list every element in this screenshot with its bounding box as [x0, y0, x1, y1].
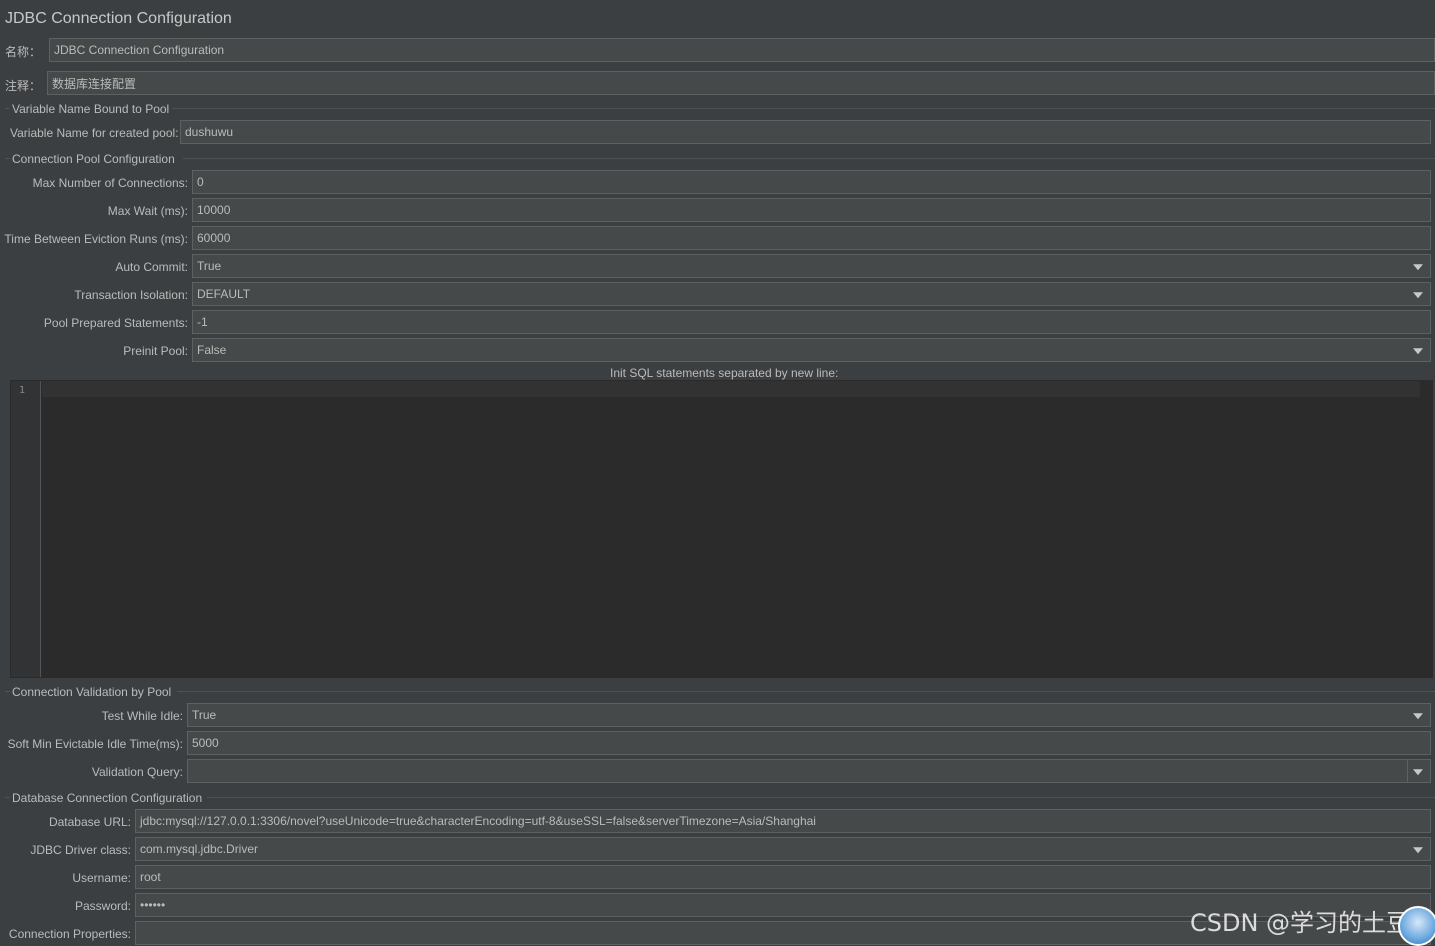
pool-variable-label: Variable Name for created pool:	[10, 126, 179, 140]
username-label: Username:	[72, 871, 131, 885]
preinit-pool-label: Preinit Pool:	[123, 344, 188, 358]
max-connections-field[interactable]: 0	[192, 170, 1431, 194]
connection-properties-label: Connection Properties:	[8, 927, 131, 941]
max-wait-field[interactable]: 10000	[192, 198, 1431, 222]
chevron-down-icon[interactable]	[1413, 713, 1423, 720]
test-while-idle-value: True	[192, 708, 217, 722]
chevron-down-icon[interactable]	[1413, 348, 1423, 355]
init-sql-label: Init SQL statements separated by new lin…	[610, 366, 839, 380]
soft-min-idle-label: Soft Min Evictable Idle Time(ms):	[7, 737, 183, 751]
username-field[interactable]: root	[135, 865, 1431, 889]
pool-prepared-label: Pool Prepared Statements:	[43, 316, 188, 330]
preinit-pool-value: False	[197, 343, 227, 357]
group-border	[207, 797, 1435, 798]
name-label: 名称：	[5, 45, 42, 59]
group-border	[5, 691, 10, 692]
combo-divider	[1407, 760, 1408, 782]
soft-min-idle-field[interactable]: 5000	[187, 731, 1431, 755]
transaction-isolation-value: DEFAULT	[197, 287, 251, 301]
driver-class-value: com.mysql.jdbc.Driver	[140, 842, 259, 856]
chevron-down-icon[interactable]	[1413, 769, 1423, 776]
pool-prepared-field[interactable]: -1	[192, 310, 1431, 334]
group-border	[183, 158, 1435, 159]
password-label: Password:	[74, 899, 131, 913]
panel-title: JDBC Connection Configuration	[5, 10, 232, 27]
name-field[interactable]: JDBC Connection Configuration	[49, 38, 1435, 62]
chevron-down-icon[interactable]	[1413, 292, 1423, 299]
eviction-runs-field[interactable]: 60000	[192, 226, 1431, 250]
test-while-idle-select[interactable]: True	[187, 703, 1431, 727]
init-sql-editor[interactable]: 1	[10, 380, 1433, 678]
group-title-validation: Connection Validation by Pool	[12, 685, 172, 699]
chevron-down-icon[interactable]	[1413, 264, 1423, 271]
line-number-gutter: 1	[11, 381, 41, 677]
line-number: 1	[19, 385, 26, 396]
validation-query-combo[interactable]	[187, 759, 1431, 783]
group-border	[5, 108, 10, 109]
max-wait-label: Max Wait (ms):	[107, 204, 188, 218]
driver-class-label: JDBC Driver class:	[30, 843, 131, 857]
group-border	[172, 108, 1435, 109]
avatar-icon	[1398, 906, 1435, 946]
comment-field[interactable]: 数据库连接配置	[47, 71, 1435, 95]
database-url-label: Database URL:	[48, 815, 131, 829]
current-line-highlight	[42, 381, 1420, 397]
group-border	[5, 158, 10, 159]
csdn-watermark: CSDN @学习的土豆	[1190, 909, 1411, 937]
comment-label: 注释：	[5, 79, 42, 93]
driver-class-select[interactable]: com.mysql.jdbc.Driver	[135, 837, 1431, 861]
group-title-pool-variable: Variable Name Bound to Pool	[12, 102, 170, 116]
auto-commit-select[interactable]: True	[192, 254, 1431, 278]
test-while-idle-label: Test While Idle:	[101, 709, 183, 723]
validation-query-label: Validation Query:	[91, 765, 183, 779]
transaction-isolation-label: Transaction Isolation:	[74, 288, 188, 302]
transaction-isolation-select[interactable]: DEFAULT	[192, 282, 1431, 306]
eviction-runs-label: Time Between Eviction Runs (ms):	[4, 232, 188, 246]
group-title-database: Database Connection Configuration	[12, 791, 203, 805]
pool-variable-field[interactable]: dushuwu	[180, 120, 1431, 144]
preinit-pool-select[interactable]: False	[192, 338, 1431, 362]
max-connections-label: Max Number of Connections:	[32, 176, 188, 190]
chevron-down-icon[interactable]	[1413, 847, 1423, 854]
database-url-field[interactable]: jdbc:mysql://127.0.0.1:3306/novel?useUni…	[135, 809, 1431, 833]
group-border	[5, 797, 10, 798]
auto-commit-value: True	[197, 259, 222, 273]
auto-commit-label: Auto Commit:	[115, 260, 188, 274]
group-border	[177, 691, 1435, 692]
group-title-pool-configuration: Connection Pool Configuration	[12, 152, 175, 166]
